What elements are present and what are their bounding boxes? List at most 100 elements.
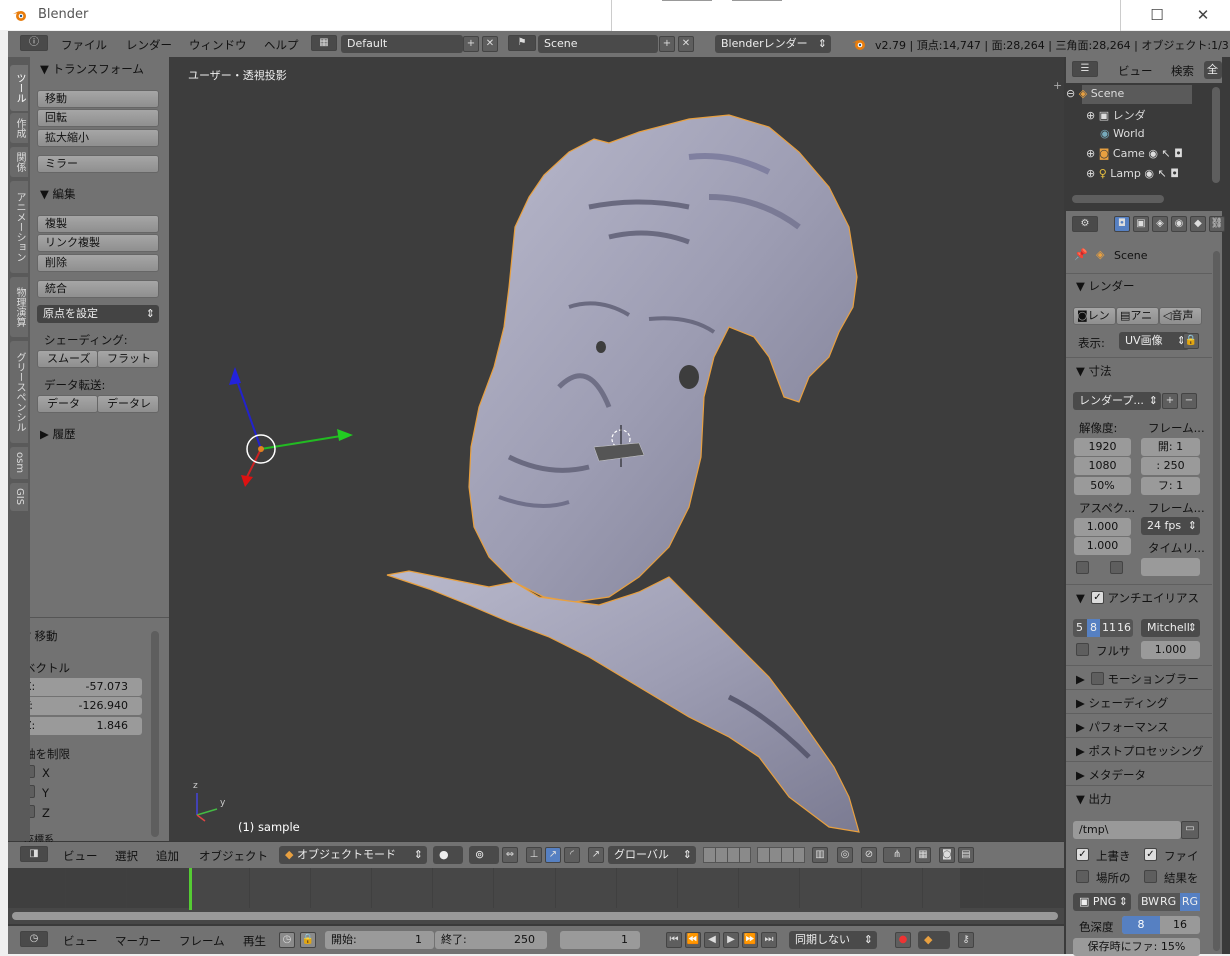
- tab-grease-pencil[interactable]: グリースペンシル: [10, 341, 28, 443]
- outliner-item[interactable]: ⊕ ♀ Lamp ◉ ↖ ◘: [1086, 167, 1179, 180]
- cache-result-checkbox[interactable]: [1144, 870, 1157, 883]
- outliner-item[interactable]: ◉ World: [1100, 127, 1145, 140]
- render-animation-button[interactable]: ▤アニ: [1116, 307, 1159, 325]
- layout-field[interactable]: Default: [341, 35, 463, 53]
- jump-prev-keyframe-icon[interactable]: ⏪: [685, 932, 701, 948]
- timeline[interactable]: -40-200204060801001201401601802002202402…: [8, 868, 1064, 924]
- menu-file[interactable]: ファイル: [61, 37, 107, 53]
- smooth-button[interactable]: スムーズ: [37, 350, 98, 368]
- outliner-filter-select[interactable]: 全: [1204, 61, 1222, 79]
- close-button[interactable]: ✕: [1181, 4, 1225, 26]
- color-depth-16[interactable]: 16: [1160, 916, 1200, 934]
- tab-tools[interactable]: ツール: [10, 65, 28, 111]
- constraint-tab-icon[interactable]: ⛓: [1209, 216, 1225, 232]
- add-scene-icon[interactable]: +: [659, 36, 675, 52]
- lock-range-icon[interactable]: 🔒: [300, 932, 316, 948]
- play-icon[interactable]: ▶: [723, 932, 739, 948]
- menu-window[interactable]: ウィンドウ: [189, 37, 247, 53]
- outliner-vscrollbar[interactable]: [1212, 87, 1220, 183]
- vector-x-field[interactable]: X:-57.073: [18, 678, 142, 696]
- pivot-select[interactable]: ⊚: [469, 846, 499, 864]
- outliner-item[interactable]: ⊕ ◙ Came ◉ ↖ ◘: [1086, 147, 1183, 160]
- timeline-playhead[interactable]: [189, 868, 193, 910]
- output-panel-header[interactable]: ▼ 出力: [1076, 791, 1112, 807]
- output-path-field[interactable]: /tmp\: [1073, 821, 1181, 839]
- pin-icon[interactable]: 📌: [1074, 248, 1088, 261]
- resolution-y-field[interactable]: 1080: [1074, 457, 1131, 475]
- color-rgba[interactable]: RG: [1180, 893, 1200, 911]
- file-format-select[interactable]: ▣ PNG ⇕: [1073, 893, 1131, 911]
- eye-icon[interactable]: ◉: [1144, 167, 1154, 180]
- resolution-percent-field[interactable]: 50%: [1074, 477, 1131, 495]
- flat-button[interactable]: フラット: [97, 350, 159, 368]
- record-icon[interactable]: ●: [895, 932, 911, 948]
- mode-select[interactable]: ◆ オブジェクトモード ⇕: [279, 846, 427, 864]
- orientation-select[interactable]: グローバル ⇕: [608, 846, 696, 864]
- render-panel-header[interactable]: ▼ レンダー: [1076, 278, 1135, 294]
- add-preset-icon[interactable]: +: [1162, 393, 1178, 409]
- aspect-x-field[interactable]: 1.000: [1074, 518, 1131, 536]
- clapper-render-icon[interactable]: ▤: [958, 847, 974, 863]
- data-transfer-button[interactable]: データ: [37, 395, 98, 413]
- display-select[interactable]: UV画像 ⇕: [1119, 332, 1189, 350]
- tab-animation[interactable]: アニメーション: [10, 181, 28, 273]
- edit-panel-header[interactable]: ▼ 編集: [40, 186, 76, 202]
- manipulator-toggle-icon[interactable]: ⇔: [502, 847, 518, 863]
- scene-icon[interactable]: ⚑: [508, 35, 536, 51]
- frame-start-field[interactable]: 開: 1: [1141, 438, 1200, 456]
- lock-camera-icon[interactable]: ▥: [812, 847, 828, 863]
- compression-field[interactable]: 保存時にファ: 15%: [1073, 938, 1200, 956]
- layer-buttons-2[interactable]: [757, 847, 805, 863]
- post-processing-panel-header[interactable]: ▶ ポストプロセッシング: [1076, 743, 1204, 759]
- opengl-render-icon[interactable]: ▦: [915, 847, 931, 863]
- menu-render[interactable]: レンダー: [126, 37, 172, 53]
- properties-editor-icon[interactable]: ⚙: [1072, 216, 1098, 232]
- add-layout-icon[interactable]: +: [463, 36, 479, 52]
- border-checkbox[interactable]: [1110, 561, 1123, 574]
- aa-samples-16[interactable]: 16: [1117, 619, 1131, 637]
- remove-preset-icon[interactable]: −: [1181, 393, 1197, 409]
- folder-icon[interactable]: ▭: [1181, 821, 1199, 839]
- vector-y-field[interactable]: Y:-126.940: [18, 697, 142, 715]
- shading-mode-select[interactable]: ●: [433, 846, 463, 864]
- outliner-item[interactable]: ⊖ ◈ Scene: [1066, 87, 1124, 100]
- properties-scrollbar[interactable]: [1213, 251, 1220, 951]
- start-frame-field[interactable]: 開始: 1: [325, 931, 434, 949]
- current-frame-field[interactable]: 1: [560, 931, 640, 949]
- color-rgb[interactable]: RG: [1160, 893, 1176, 911]
- color-bw[interactable]: BW: [1141, 893, 1159, 911]
- proportional-edit-icon[interactable]: ◎: [837, 847, 853, 863]
- render-tab-icon[interactable]: ◘: [1114, 216, 1130, 232]
- render-engine-select[interactable]: Blenderレンダー ⇕: [715, 35, 831, 53]
- aa-samples-5[interactable]: 5: [1076, 619, 1083, 637]
- antialiasing-panel-header[interactable]: ▼ アンチエイリアス: [1076, 590, 1199, 606]
- outliner-hscrollbar[interactable]: [1072, 195, 1164, 203]
- timeline-menu-view[interactable]: ビュー: [63, 933, 98, 949]
- aa-samples-11[interactable]: 11: [1102, 619, 1116, 637]
- lock-icon[interactable]: 🔒: [1183, 333, 1199, 349]
- jump-start-icon[interactable]: ⏮: [666, 932, 682, 948]
- remove-layout-icon[interactable]: ✕: [482, 36, 498, 52]
- outliner-view-menu[interactable]: ビュー: [1118, 63, 1153, 79]
- timeline-menu-playback[interactable]: 再生: [243, 933, 266, 949]
- outliner-search-menu[interactable]: 検索: [1171, 63, 1194, 79]
- placeholders-checkbox[interactable]: [1076, 870, 1089, 883]
- menu-add[interactable]: 追加: [156, 848, 179, 864]
- aspect-y-field[interactable]: 1.000: [1074, 537, 1131, 555]
- cursor-icon[interactable]: ↖: [1161, 147, 1170, 160]
- metadata-panel-header[interactable]: ▶ メタデータ: [1076, 767, 1146, 783]
- cursor-icon[interactable]: ↖: [1157, 167, 1166, 180]
- 3d-viewport[interactable]: ユーザー・透視投影 + z y (1) sample: [169, 57, 1064, 841]
- camera-render-icon[interactable]: ◙: [939, 847, 955, 863]
- filter-size-field[interactable]: 1.000: [1141, 641, 1200, 659]
- tab-osm[interactable]: osm: [10, 447, 28, 479]
- vector-z-field[interactable]: Z:1.846: [18, 717, 142, 735]
- editor-type-icon[interactable]: ◨: [20, 846, 48, 862]
- keying-set-select[interactable]: ◆: [918, 931, 950, 949]
- menu-object[interactable]: オブジェクト: [199, 848, 268, 864]
- full-sample-checkbox[interactable]: [1076, 643, 1089, 656]
- duplicate-button[interactable]: 複製: [37, 215, 159, 233]
- time-remap-field[interactable]: [1141, 558, 1200, 576]
- render-layer-tab-icon[interactable]: ▣: [1133, 216, 1149, 232]
- tab-gis[interactable]: GIS: [10, 483, 28, 511]
